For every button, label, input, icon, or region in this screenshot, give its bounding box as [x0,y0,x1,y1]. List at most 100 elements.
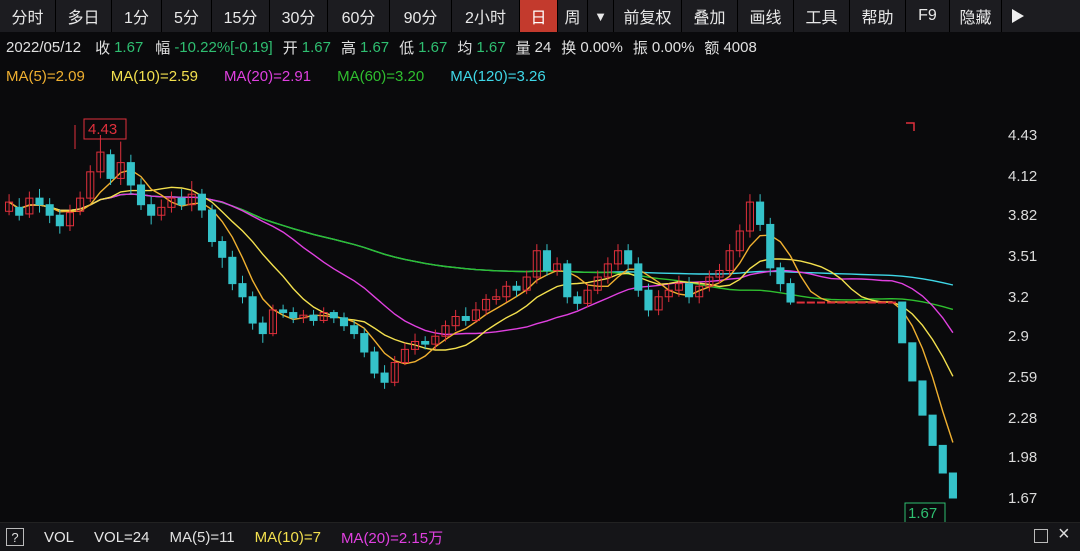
candle-body [847,301,856,304]
toolbar-item[interactable]: 日 [520,0,558,32]
open-label: 开 [282,39,298,57]
candle-body [898,301,907,344]
ma5-legend: MA(5)=2.09 [6,67,85,85]
toolbar-item[interactable]: 前复权 [614,0,682,32]
candle-body [147,204,156,216]
candle-body [806,301,815,304]
toolbar-item[interactable]: 工具 [794,0,850,32]
low-value: 1.67 [418,38,448,56]
candle-body [126,162,135,186]
toolbar-item[interactable]: 90分 [390,0,452,32]
candle-body [624,250,633,265]
candle-body [248,296,257,324]
candlestick-chart[interactable]: 4.43 4.12 3.82 3.51 3.2 2.9 2.59 2.28 1.98 1.67 4.… [0,90,1080,522]
low-label: 低 [399,39,415,57]
candle-body [685,283,694,298]
toolbar-item[interactable]: 15分 [212,0,270,32]
high-value: 1.67 [359,38,390,56]
amplitude-label: 振 [632,39,648,57]
toolbar-item[interactable]: 帮助 [850,0,906,32]
amount-value: 4008 [723,38,757,56]
candle-body [360,333,369,353]
candle-body [350,325,359,335]
toolbar-item[interactable]: 1分 [112,0,162,32]
candle-body [827,301,836,304]
candle-body [228,256,237,285]
period-dropdown-icon[interactable]: ▼ [588,0,614,32]
turnover-value: 0.00% [580,38,623,56]
last-price-text: 1.67 [908,505,937,522]
volume-bar: ? VOL VOL=24 MA(5)=11 MA(10)=7 MA(20)=2.… [0,522,1080,551]
y-tick-label: 2.9 [1008,328,1029,345]
turnover-label: 换 [561,39,577,57]
toolbar-item[interactable]: 多日 [56,0,112,32]
y-tick-label: 1.67 [1008,490,1037,507]
candle-body [816,301,826,304]
y-tick-label: 3.82 [1008,207,1037,224]
y-tick-label: 4.12 [1008,168,1037,185]
toolbar-item[interactable]: 60分 [328,0,390,32]
candle-body [908,342,917,382]
quote-date: 2022/05/12 [6,38,82,56]
close-label: 收 [95,39,111,57]
toolbar: 分时 多日 1分 5分 15分 30分 60分 90分 2小时日周 ▼ 前复权 叠加 画线 工具 帮助 F9 隐… [0,0,1080,32]
candle-body [258,322,267,335]
ma-legend: MA(5)=2.09 MA(10)=2.59 MA(20)=2.91 MA(60… [0,62,1080,90]
candle-body [329,312,338,319]
range-label: 幅 [155,39,171,57]
toolbar-item[interactable]: 5分 [162,0,212,32]
toolbar-item[interactable]: 分时 [0,0,56,32]
question-icon[interactable]: ? [6,528,24,546]
amplitude-value: 0.00% [651,38,695,56]
candle-body [887,301,897,304]
candle-body [197,193,206,211]
candle-body [55,214,64,227]
candle-body [380,372,389,383]
y-tick-label: 3.2 [1008,289,1029,306]
close-icon[interactable]: × [1058,523,1070,546]
candle-body [776,267,785,285]
volume-value: 24 [534,38,552,56]
toolbar-item[interactable]: 隐藏 [950,0,1002,32]
candle-body [756,201,765,225]
y-tick-label: 1.98 [1008,449,1037,466]
candle-body [857,301,866,304]
play-icon[interactable] [1002,0,1034,32]
candle-body [796,301,805,304]
candle-body [106,154,115,179]
candle-body [289,312,298,319]
candle-body [218,241,227,258]
candle-body [928,414,937,446]
candle-body [370,351,379,374]
candle-body [766,223,775,269]
avg-label: 均 [457,39,473,57]
ma20-legend: MA(20)=2.91 [223,67,312,85]
candle-body [279,309,288,314]
candle-body [786,283,795,303]
toolbar-item[interactable]: 周 [558,0,588,32]
toolbar-item[interactable]: 叠加 [682,0,738,32]
maximize-icon[interactable] [1034,529,1048,543]
y-tick-label: 3.51 [1008,248,1037,265]
candle-body [35,197,44,206]
candle-body [15,206,24,216]
candle-body [918,380,927,416]
candle-body [938,444,947,474]
candle-body [512,285,521,291]
candle-body [573,296,582,304]
range-value: -10.22%[-0.19] [174,38,273,56]
toolbar-item[interactable]: 画线 [738,0,794,32]
open-value: 1.67 [301,38,331,56]
toolbar-item[interactable]: 30分 [270,0,328,32]
amount-label: 额 [704,39,720,57]
vol-ma10: MA(10)=7 [254,528,321,546]
candle-body [45,204,54,216]
toolbar-item[interactable]: F9 [906,0,950,32]
candle-body [309,314,318,321]
y-tick-label: 2.28 [1008,410,1037,427]
candle-body [421,340,430,345]
candle-body [339,317,349,327]
toolbar-item[interactable]: 2小时 [452,0,520,32]
candle-body [238,283,247,298]
high-label: 高 [340,39,356,57]
